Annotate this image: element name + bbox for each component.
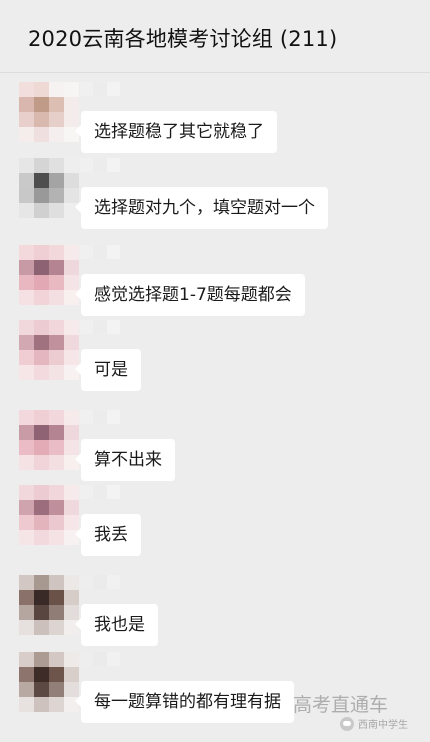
message-row: 选择题稳了其它就稳了	[0, 82, 430, 162]
watermark-badge-text: 西南中学生	[358, 720, 408, 731]
message-row: 可是	[0, 320, 430, 400]
sender-nickname	[80, 245, 120, 259]
avatar[interactable]	[19, 652, 79, 712]
avatar[interactable]	[19, 82, 79, 142]
watermark-text: 高考直通车	[293, 694, 389, 716]
sender-nickname	[80, 320, 120, 334]
chat-title: 2020云南各地模考讨论组 (211)	[28, 27, 338, 51]
message-row: 我丢	[0, 485, 430, 565]
sender-nickname	[80, 485, 120, 499]
sender-nickname	[80, 82, 120, 96]
message-bubble[interactable]: 感觉选择题1-7题每题都会	[75, 274, 305, 316]
message-row: 算不出来	[0, 410, 430, 490]
avatar[interactable]	[19, 410, 79, 470]
sender-nickname	[80, 158, 120, 172]
message-row: 我也是	[0, 575, 430, 655]
message-row: 选择题对九个，填空题对一个	[0, 158, 430, 238]
message-bubble[interactable]: 算不出来	[75, 439, 175, 481]
watermark-badge: 西南中学生	[340, 716, 408, 731]
message-bubble[interactable]: 我也是	[75, 604, 158, 646]
sender-nickname	[80, 652, 120, 666]
message-bubble[interactable]: 选择题对九个，填空题对一个	[75, 187, 328, 229]
chat-bubble-icon	[340, 716, 354, 731]
avatar[interactable]	[19, 320, 79, 380]
avatar[interactable]	[19, 575, 79, 635]
message-bubble[interactable]: 每一题算错的都有理有据	[75, 681, 294, 723]
message-bubble[interactable]: 可是	[75, 349, 141, 391]
sender-nickname	[80, 575, 120, 589]
avatar[interactable]	[19, 245, 79, 305]
sender-nickname	[80, 410, 120, 424]
avatar[interactable]	[19, 485, 79, 545]
message-bubble[interactable]: 我丢	[75, 514, 141, 556]
chat-header: 2020云南各地模考讨论组 (211)	[0, 0, 430, 73]
message-bubble[interactable]: 选择题稳了其它就稳了	[75, 111, 277, 153]
message-row: 感觉选择题1-7题每题都会	[0, 245, 430, 325]
avatar[interactable]	[19, 158, 79, 218]
